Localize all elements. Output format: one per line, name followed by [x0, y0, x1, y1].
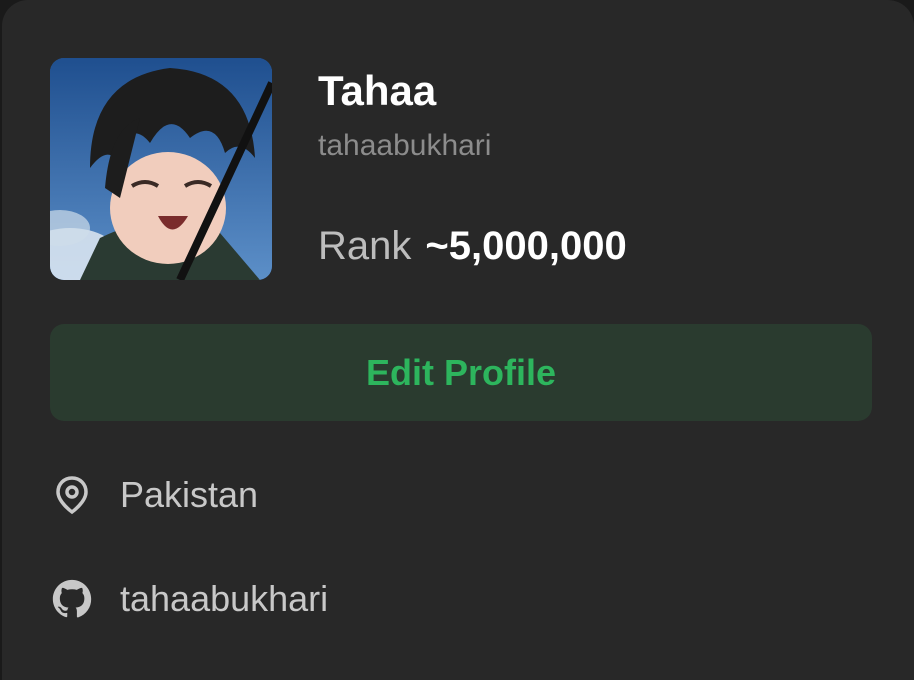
rank-display: Rank ~5,000,000: [318, 220, 627, 281]
github-icon: [52, 579, 92, 619]
rank-label: Rank: [318, 224, 412, 268]
github-text[interactable]: tahaabukhari: [120, 578, 328, 620]
location-pin-icon: [52, 475, 92, 515]
edit-profile-button[interactable]: Edit Profile: [50, 324, 872, 421]
profile-username: tahaabukhari: [318, 129, 492, 162]
profile-card: Tahaa tahaabukhari Rank ~5,000,000 Edit P…: [2, 0, 914, 680]
github-row[interactable]: tahaabukhari: [52, 574, 328, 624]
profile-name: Tahaa: [318, 67, 437, 114]
location-row: Pakistan: [52, 470, 258, 520]
location-text: Pakistan: [120, 474, 259, 515]
avatar-image: [50, 58, 272, 280]
avatar[interactable]: [50, 58, 272, 280]
rank-value: ~5,000,000: [425, 224, 627, 268]
